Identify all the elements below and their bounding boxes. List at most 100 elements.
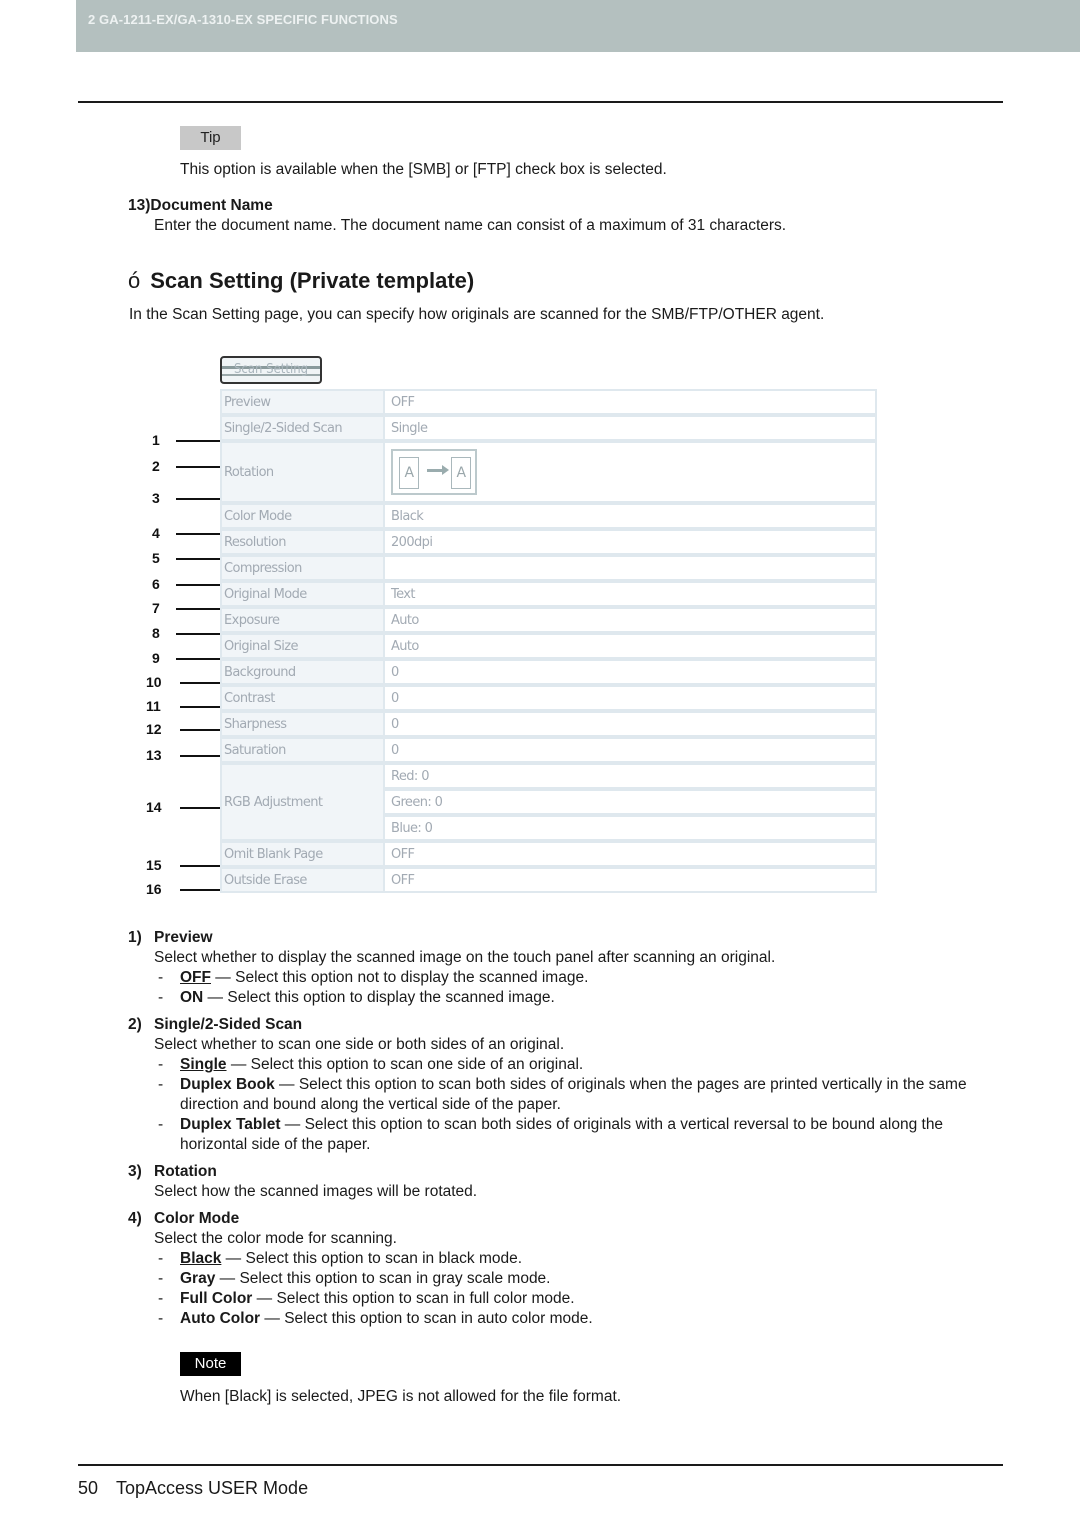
callout-number: 7: [152, 600, 160, 616]
row-value: OFF: [383, 867, 877, 893]
callout-line: [176, 440, 220, 442]
note-text: When [Black] is selected, JPEG is not al…: [180, 1388, 622, 1405]
row-label: Omit Blank Page: [220, 841, 383, 867]
row-value: Black: [383, 503, 877, 529]
callout-line: [176, 658, 220, 660]
table-row-rotation: Rotation A A: [220, 441, 877, 503]
row-label: Resolution: [220, 529, 383, 555]
callout-line: [176, 498, 220, 500]
row-value: 0: [383, 711, 877, 737]
option-name: Duplex Book: [180, 1076, 275, 1093]
desc1-option-off: - OFF — Select this option not to display…: [158, 968, 588, 988]
rgb-blue-value: Blue: 0: [383, 815, 877, 841]
desc4-option-gray: - Gray — Select this option to scan in gr…: [158, 1269, 551, 1289]
row-label: Saturation: [220, 737, 383, 763]
option-name: Full Color: [180, 1290, 253, 1307]
desc2-heading: 2) Single/2-Sided Scan: [128, 1015, 302, 1035]
desc4-text: Select the color mode for scanning.: [154, 1230, 397, 1247]
callout-line: [180, 729, 220, 731]
option-name: Single: [180, 1056, 227, 1073]
callout-line: [180, 755, 220, 757]
callout-line: [180, 706, 220, 708]
row-label: Background: [220, 659, 383, 685]
desc2-option-duplex-book: - Duplex Book — Select this option to sca…: [158, 1075, 967, 1095]
callout-number: 11: [146, 698, 161, 714]
table-row-original-size: Original Size Auto: [220, 633, 877, 659]
page-after-icon: A: [451, 457, 471, 489]
table-row-sharpness: Sharpness 0: [220, 711, 877, 737]
section-title: Scan Setting (Private template): [150, 268, 475, 293]
callout-5: 5: [152, 550, 220, 566]
callout-1: 1: [152, 432, 220, 448]
desc2-option-single: - Single — Select this option to scan one…: [158, 1055, 583, 1075]
callout-number: 8: [152, 625, 160, 641]
callout-line: [176, 608, 220, 610]
callout-number: 2: [152, 458, 160, 474]
row-label: RGB Adjustment: [220, 763, 383, 841]
option-text: — Select this option to scan one side of…: [226, 1056, 584, 1073]
item13-title: Document Name: [150, 197, 273, 214]
section-heading: ó Scan Setting (Private template): [128, 268, 474, 294]
callout-7: 7: [152, 600, 220, 616]
page-before-icon: A: [399, 457, 419, 489]
dash: -: [158, 1250, 164, 1267]
table-row-rgb-adjustment: RGB Adjustment Red: 0 Green: 0 Blue: 0: [220, 763, 877, 841]
callout-number: 1: [152, 432, 160, 448]
callout-number: 10: [146, 674, 162, 690]
callout-line: [176, 633, 220, 635]
callout-11: 11: [146, 698, 220, 714]
callout-number: 3: [152, 490, 160, 506]
table-row-resolution: Resolution 200dpi: [220, 529, 877, 555]
callout-6: 6: [152, 576, 220, 592]
rgb-red-value: Red: 0: [383, 763, 877, 789]
callout-line: [180, 865, 220, 867]
tip-text: This option is available when the [SMB] …: [180, 161, 667, 178]
table-row-contrast: Contrast 0: [220, 685, 877, 711]
option-text: — Select this option to scan in gray sca…: [215, 1270, 551, 1287]
row-label: Exposure: [220, 607, 383, 633]
table-row-exposure: Exposure Auto: [220, 607, 877, 633]
desc-number: 4): [128, 1210, 142, 1227]
dash: -: [158, 1116, 164, 1133]
option-text: — Select this option to scan both sides …: [274, 1076, 967, 1093]
section-intro: In the Scan Setting page, you can specif…: [129, 306, 825, 323]
item13-text: Enter the document name. The document na…: [154, 217, 787, 234]
row-value: OFF: [383, 389, 877, 415]
desc4-heading: 4) Color Mode: [128, 1209, 239, 1229]
desc3-text: Select how the scanned images will be ro…: [154, 1183, 478, 1200]
desc-title: Rotation: [154, 1163, 217, 1180]
callout-line: [176, 584, 220, 586]
desc4-option-black: - Black — Select this option to scan in b…: [158, 1249, 522, 1269]
item13-heading: 13)Document Name: [128, 196, 273, 216]
row-label: Original Mode: [220, 581, 383, 607]
option-text: — Select this option to display the scan…: [203, 989, 555, 1006]
page-number: 50: [78, 1478, 99, 1498]
desc-title: Preview: [154, 929, 213, 946]
callout-line: [176, 533, 220, 535]
dash: -: [158, 1270, 164, 1287]
desc2-option-duplex-book-cont: direction and bound along the vertical s…: [180, 1096, 561, 1113]
desc2-option-duplex-tablet: - Duplex Tablet — Select this option to s…: [158, 1115, 943, 1135]
option-text: — Select this option to scan both sides …: [280, 1116, 944, 1133]
callout-12: 12: [146, 721, 220, 737]
row-value: 0: [383, 737, 877, 763]
option-text: — Select this option to scan in black mo…: [221, 1250, 523, 1267]
tip-badge: Tip: [180, 126, 241, 150]
rgb-green-value: Green: 0: [383, 789, 877, 815]
callout-line: [180, 889, 220, 891]
callout-10: 10: [146, 674, 220, 690]
arrow-right-icon: [427, 465, 449, 475]
callout-line: [176, 466, 220, 468]
row-label: Original Size: [220, 633, 383, 659]
callout-14: 14: [146, 799, 220, 815]
callout-number: 6: [152, 576, 160, 592]
option-name: Black: [180, 1250, 222, 1267]
callout-9: 9: [152, 650, 220, 666]
dash: -: [158, 969, 164, 986]
dash: -: [158, 989, 164, 1006]
row-label: Sharpness: [220, 711, 383, 737]
row-value: A A: [383, 441, 877, 503]
option-name: OFF: [180, 969, 211, 986]
row-value: Auto: [383, 633, 877, 659]
row-label: Outside Erase: [220, 867, 383, 893]
